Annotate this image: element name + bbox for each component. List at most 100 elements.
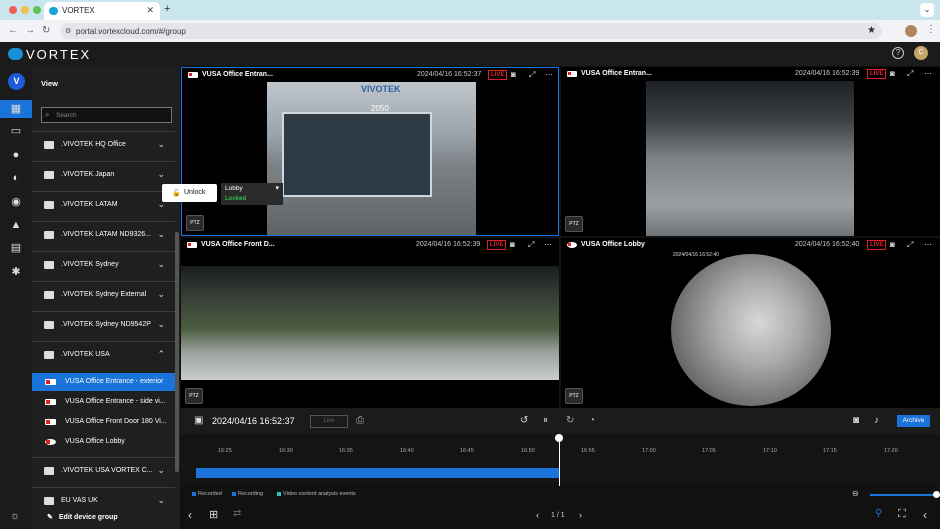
devices-icon[interactable]: ▭ xyxy=(0,122,32,140)
device-item[interactable]: VUSA Office Entrance - side vi... xyxy=(32,393,175,411)
close-tab-icon[interactable]: ✕ xyxy=(146,5,154,16)
account-icon[interactable]: ◉ xyxy=(0,193,32,211)
archive-box-icon[interactable]: ▤ xyxy=(0,239,32,257)
maximize-window-icon[interactable] xyxy=(33,6,41,14)
snapshot-icon[interactable]: ◙ xyxy=(853,415,859,426)
more-icon[interactable]: ⋯ xyxy=(924,240,932,249)
group-item[interactable]: .VIVOTEK HQ Office ⌄ xyxy=(32,131,175,157)
group-item[interactable]: .VIVOTEK LATAM ND9326... ⌄ xyxy=(32,221,175,247)
prev-page-icon[interactable]: ‹ xyxy=(536,510,539,520)
search-input[interactable]: ⌕ Search xyxy=(41,107,172,123)
rewind-icon[interactable]: ↺ xyxy=(520,415,528,426)
next-page-icon[interactable]: › xyxy=(579,510,582,520)
new-tab-icon[interactable]: + xyxy=(164,3,170,15)
snapshot-icon[interactable]: ◙ xyxy=(511,70,516,79)
sidebar-scrollbar[interactable] xyxy=(175,232,179,472)
caret-down-icon[interactable]: ▾ xyxy=(275,184,279,192)
settings-gear-icon[interactable]: ✱ xyxy=(0,263,32,281)
fullscreen-icon[interactable]: ⤢ xyxy=(528,240,534,250)
snapshot-icon[interactable]: ◙ xyxy=(510,240,515,249)
users-icon[interactable]: ● xyxy=(0,146,32,164)
chevron-down-icon[interactable]: ⌄ xyxy=(157,259,165,270)
timeline[interactable]: 16:25 16:30 16:35 16:40 16:45 16:50 16:5… xyxy=(180,434,940,486)
group-item[interactable]: .VIVOTEK LATAM ⌄ xyxy=(32,191,175,217)
zoom-out-icon[interactable]: ⊖ xyxy=(852,489,859,498)
unlock-button[interactable]: 🔓 Unlock xyxy=(162,184,217,202)
chevron-down-icon[interactable]: ⌄ xyxy=(157,169,165,180)
group-item[interactable]: .VIVOTEK Sydney ND9542P ⌄ xyxy=(32,311,175,337)
ptz-button[interactable]: PTZ xyxy=(565,388,583,404)
collapse-left-icon[interactable]: ‹ xyxy=(188,508,192,522)
group-item[interactable]: .VIVOTEK Sydney External ⌄ xyxy=(32,281,175,307)
camera-tile[interactable]: VUSA Office Entran... 2024/04/16 16:52:3… xyxy=(561,67,940,236)
group-item[interactable]: .VIVOTEK USA VORTEX C... ⌄ xyxy=(32,457,175,483)
collapse-panel-icon[interactable]: ‹ xyxy=(923,508,927,522)
more-icon[interactable]: ⋯ xyxy=(544,240,552,249)
chevron-down-icon[interactable]: ⌄ xyxy=(157,139,165,150)
fullscreen-icon[interactable]: ⛶ xyxy=(898,508,906,521)
edit-device-group-button[interactable]: ✎ Edit device group xyxy=(47,513,118,521)
minimize-window-icon[interactable] xyxy=(21,6,29,14)
snapshot-icon[interactable]: ◙ xyxy=(890,240,895,249)
address-bar[interactable]: ⚙ portal.vortexcloud.com/#/group ★ xyxy=(60,23,882,39)
browser-menu-icon[interactable]: ⋮ xyxy=(926,24,936,35)
browser-tab[interactable]: VORTEX ✕ xyxy=(44,2,160,20)
volume-icon[interactable]: ♪ xyxy=(874,415,879,426)
chevron-down-icon[interactable]: ⌄ xyxy=(157,465,165,476)
forward-icon[interactable]: → xyxy=(25,25,35,36)
site-info-icon[interactable]: ⚙ xyxy=(65,27,71,35)
more-icon[interactable]: ⋯ xyxy=(545,70,553,79)
fullscreen-icon[interactable]: ⤢ xyxy=(529,70,535,80)
device-item[interactable]: VUSA Office Front Door 180 Vi... xyxy=(32,413,175,431)
reload-icon[interactable]: ↻ xyxy=(42,25,50,36)
folder-icon xyxy=(44,231,54,239)
person-icon[interactable]: ⚲ xyxy=(875,508,882,519)
ptz-button[interactable]: PTZ xyxy=(565,216,583,232)
clip-icon[interactable]: ⎙ xyxy=(356,415,364,426)
chevron-down-icon[interactable]: ⌄ xyxy=(157,289,165,300)
grid-layout-icon[interactable]: ⊞ xyxy=(209,508,218,521)
account-avatar[interactable]: V xyxy=(8,73,25,90)
back-icon[interactable]: ← xyxy=(8,25,18,36)
go-live-button[interactable]: Live xyxy=(310,415,348,428)
zoom-slider[interactable] xyxy=(870,491,940,498)
close-window-icon[interactable] xyxy=(9,6,17,14)
calendar-icon[interactable]: ▣ xyxy=(194,415,203,426)
camera-tile[interactable]: VUSA Office Front D... 2024/04/16 16:52:… xyxy=(181,238,559,408)
archive-button[interactable]: Archive xyxy=(897,415,930,427)
ptz-button[interactable]: PTZ xyxy=(185,388,203,404)
group-item[interactable]: .VIVOTEK Sydney ⌄ xyxy=(32,251,175,277)
bookmark-star-icon[interactable]: ★ xyxy=(867,25,876,36)
profile-avatar[interactable] xyxy=(905,25,917,37)
view-layout-icon[interactable]: ▦ xyxy=(0,100,32,118)
speed-icon[interactable]: ◔ xyxy=(589,415,595,426)
user-avatar[interactable]: C xyxy=(914,46,928,60)
help-icon[interactable]: ? xyxy=(892,47,904,59)
snapshot-icon[interactable]: ◙ xyxy=(890,69,895,78)
playhead[interactable] xyxy=(555,434,563,486)
group-item[interactable]: EU VAS UK ⌄ xyxy=(32,487,175,513)
camera-tile[interactable]: VUSA Office Lobby 2024/04/16 16:52:40 LI… xyxy=(561,238,940,408)
tab-menu-chevron-icon[interactable]: ⌄ xyxy=(920,3,934,17)
notifications-bell-icon[interactable]: ▲ xyxy=(0,216,32,234)
device-item[interactable]: VUSA Office Lobby xyxy=(32,433,175,451)
fullscreen-icon[interactable]: ⤢ xyxy=(907,69,913,79)
device-item[interactable]: VUSA Office Entrance - exterior xyxy=(32,373,175,391)
ptz-button[interactable]: PTZ xyxy=(186,215,204,231)
chevron-down-icon[interactable]: ⌄ xyxy=(157,319,165,330)
cycle-icon[interactable]: ⇄ xyxy=(233,508,241,519)
events-icon[interactable]: ◐ xyxy=(0,169,32,187)
forward-icon[interactable]: ↻ xyxy=(566,415,574,426)
recorded-segment[interactable] xyxy=(196,468,559,478)
fullscreen-icon[interactable]: ⤢ xyxy=(907,240,913,250)
group-item[interactable]: .VIVOTEK Japan ⌄ xyxy=(32,161,175,187)
chevron-up-icon[interactable]: ⌃ xyxy=(157,349,165,360)
door-status-panel[interactable]: Lobby ▾ Locked xyxy=(221,183,283,205)
pause-icon[interactable]: ⏸ xyxy=(543,415,548,426)
chevron-down-icon[interactable]: ⌄ xyxy=(157,495,165,506)
chevron-down-icon[interactable]: ⌄ xyxy=(157,229,165,240)
camera-tile[interactable]: VUSA Office Entran... 2024/04/16 16:52:3… xyxy=(181,67,559,236)
theme-sun-icon[interactable]: ☼ xyxy=(10,510,20,522)
group-item-expanded[interactable]: .VIVOTEK USA ⌃ xyxy=(32,341,175,367)
more-icon[interactable]: ⋯ xyxy=(924,69,932,78)
